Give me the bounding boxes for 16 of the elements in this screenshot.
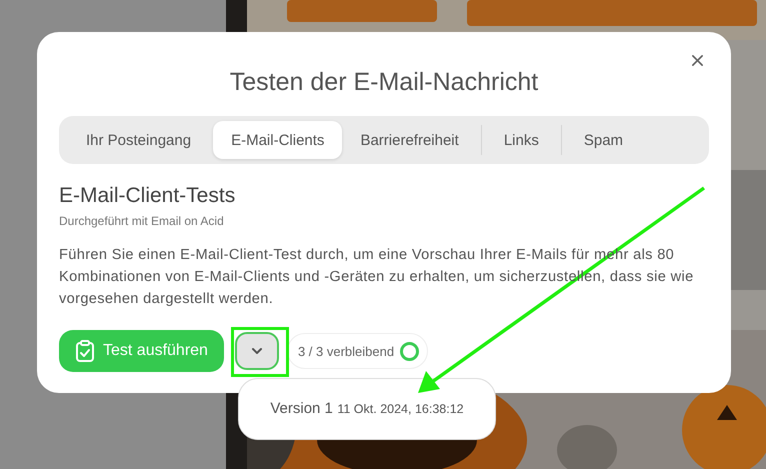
close-icon[interactable]: [691, 54, 704, 67]
dropdown-toggle[interactable]: [234, 332, 279, 370]
tab[interactable]: Barrierefreiheit: [342, 121, 477, 159]
tab[interactable]: Spam: [566, 121, 642, 159]
tab[interactable]: Links: [486, 121, 557, 159]
tab[interactable]: Ihr Posteingang: [64, 121, 214, 159]
section-heading: E-Mail-Client-Tests: [59, 184, 236, 208]
highlight-box: [231, 327, 289, 377]
tab[interactable]: E-Mail-Clients: [213, 121, 342, 159]
remaining-count: 3 / 3 verbleibend: [298, 344, 394, 358]
section-subtitle: Durchgeführt mit Email on Acid: [59, 214, 225, 228]
version-item[interactable]: Version 1 11 Okt. 2024, 16:38:12: [270, 400, 464, 418]
status-ring-icon: [400, 342, 420, 360]
dialog-title: Testen der E-Mail-Nachricht: [228, 68, 540, 98]
caret-icon: [250, 347, 263, 355]
clipboard-check-icon: [75, 340, 95, 362]
